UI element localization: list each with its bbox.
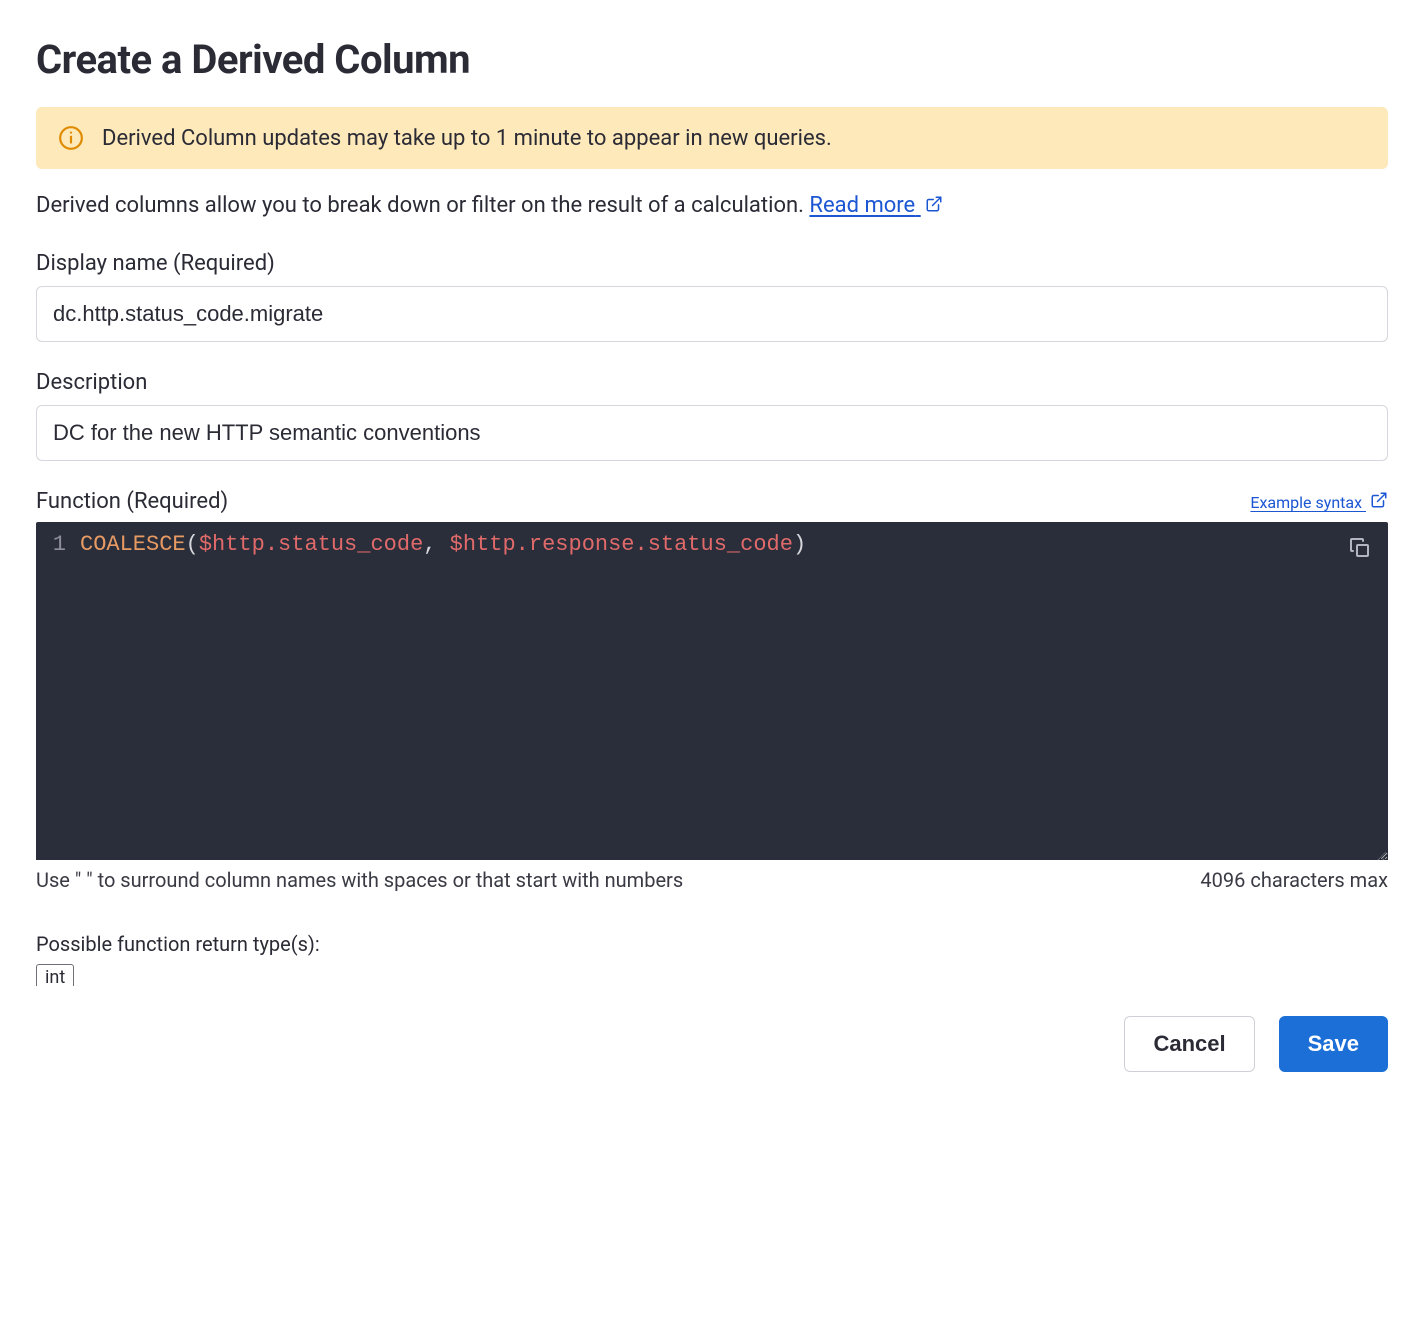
info-banner-message: Derived Column updates may take up to 1 … (102, 126, 832, 151)
display-name-field-group: Display name (Required) (36, 251, 1388, 342)
token-comma: , (423, 532, 449, 557)
function-label: Function (Required) (36, 489, 228, 514)
token-function: COALESCE (80, 532, 186, 557)
read-more-label: Read more (809, 193, 915, 218)
example-syntax-link[interactable]: Example syntax (1250, 491, 1388, 513)
token-paren: ) (793, 532, 806, 557)
external-link-icon (925, 194, 943, 219)
display-name-label: Display name (Required) (36, 251, 1388, 276)
cancel-button[interactable]: Cancel (1124, 1016, 1254, 1072)
intro-text: Derived columns allow you to break down … (36, 193, 1388, 219)
info-banner: Derived Column updates may take up to 1 … (36, 107, 1388, 169)
read-more-link[interactable]: Read more (809, 193, 942, 218)
resize-handle-icon[interactable] (1373, 845, 1387, 859)
info-icon (58, 125, 84, 151)
return-types-label: Possible function return type(s): (36, 932, 1388, 956)
function-field-group: Function (Required) Example syntax 1 COA… (36, 489, 1388, 892)
copy-button[interactable] (1344, 532, 1376, 564)
token-variable: $http.response.status_code (450, 532, 793, 557)
code-content: COALESCE($http.status_code, $http.respon… (80, 532, 806, 557)
line-number: 1 (46, 532, 66, 557)
function-code-editor[interactable]: 1 COALESCE($http.status_code, $http.resp… (36, 522, 1388, 860)
description-label: Description (36, 370, 1388, 395)
return-types-section: Possible function return type(s): int (36, 932, 1388, 986)
display-name-input[interactable] (36, 286, 1388, 342)
example-syntax-label: Example syntax (1250, 493, 1362, 512)
description-input[interactable] (36, 405, 1388, 461)
description-field-group: Description (36, 370, 1388, 461)
function-hint-left: Use " " to surround column names with sp… (36, 868, 683, 892)
function-hint-right: 4096 characters max (1200, 868, 1388, 892)
page-title: Create a Derived Column (36, 36, 1388, 83)
save-button[interactable]: Save (1279, 1016, 1388, 1072)
token-paren: ( (186, 532, 199, 557)
external-link-icon (1370, 491, 1388, 513)
code-line: 1 COALESCE($http.status_code, $http.resp… (36, 530, 1388, 559)
token-variable: $http.status_code (199, 532, 423, 557)
intro-text-body: Derived columns allow you to break down … (36, 193, 809, 218)
dialog-footer: Cancel Save (36, 1016, 1388, 1072)
return-type-badge: int (36, 964, 74, 986)
